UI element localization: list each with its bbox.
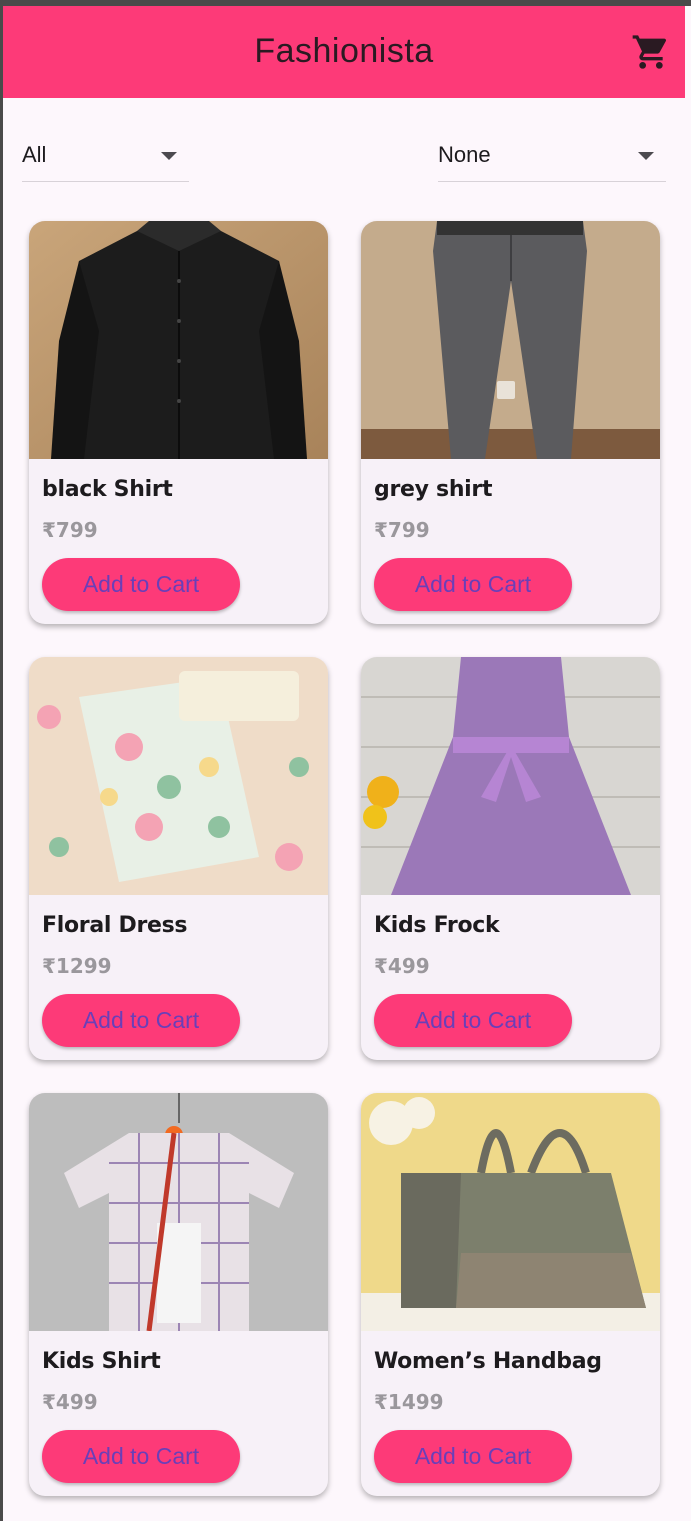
dropdown-arrow-icon	[638, 152, 654, 160]
product-price: ₹799	[374, 518, 430, 542]
add-to-cart-button[interactable]: Add to Cart	[42, 558, 240, 611]
product-price: ₹499	[42, 1390, 98, 1414]
add-to-cart-button[interactable]: Add to Cart	[374, 558, 572, 611]
category-dropdown[interactable]: All	[22, 130, 189, 182]
add-to-cart-button[interactable]: Add to Cart	[42, 994, 240, 1047]
product-name: Women’s Handbag	[374, 1349, 602, 1374]
sort-dropdown[interactable]: None	[438, 130, 666, 182]
app-bar: Fashionista	[3, 6, 685, 98]
product-card[interactable]: Women’s Handbag ₹1499 Add to Cart	[361, 1093, 660, 1496]
category-selected-value: All	[22, 142, 47, 167]
product-card[interactable]: Floral Dress ₹1299 Add to Cart	[29, 657, 328, 1060]
product-name: black Shirt	[42, 477, 173, 502]
product-image-womens-handbag	[361, 1093, 660, 1331]
product-image-grey-shirt	[361, 221, 660, 459]
product-image-black-shirt	[29, 221, 328, 459]
sort-selected-value: None	[438, 142, 491, 167]
product-card[interactable]: Kids Frock ₹499 Add to Cart	[361, 657, 660, 1060]
window-frame-edge	[0, 0, 3, 1521]
dropdown-arrow-icon	[161, 152, 177, 160]
app-title: Fashionista	[254, 32, 434, 70]
product-name: Floral Dress	[42, 913, 188, 938]
add-to-cart-button[interactable]: Add to Cart	[42, 1430, 240, 1483]
cart-button[interactable]	[631, 32, 671, 72]
product-price: ₹1299	[42, 954, 112, 978]
product-card[interactable]: black Shirt ₹799 Add to Cart	[29, 221, 328, 624]
product-price: ₹499	[374, 954, 430, 978]
product-card[interactable]: Kids Shirt ₹499 Add to Cart	[29, 1093, 328, 1496]
product-name: Kids Frock	[374, 913, 500, 938]
product-image-kids-shirt	[29, 1093, 328, 1331]
shopping-cart-icon	[632, 35, 667, 69]
product-image-floral-dress	[29, 657, 328, 895]
product-name: grey shirt	[374, 477, 493, 502]
product-card[interactable]: grey shirt ₹799 Add to Cart	[361, 221, 660, 624]
add-to-cart-button[interactable]: Add to Cart	[374, 1430, 572, 1483]
product-price: ₹799	[42, 518, 98, 542]
product-price: ₹1499	[374, 1390, 444, 1414]
product-image-kids-frock	[361, 657, 660, 895]
add-to-cart-button[interactable]: Add to Cart	[374, 994, 572, 1047]
product-name: Kids Shirt	[42, 1349, 161, 1374]
